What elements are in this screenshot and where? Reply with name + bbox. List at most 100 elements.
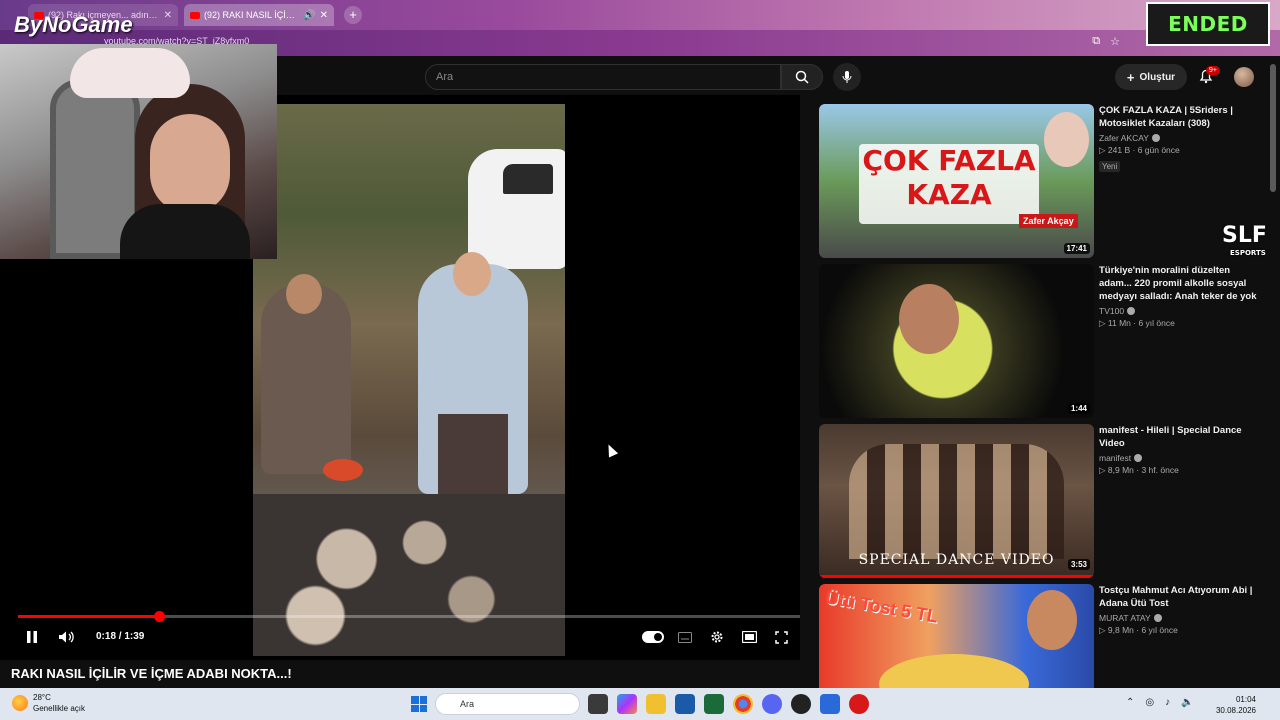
system-clock[interactable]: 01:04 30.08.2026 [1212, 694, 1256, 716]
microphone-icon [842, 71, 852, 83]
windows-taskbar: 28°C Genellikle açık Ara ⌃ ◎ ♪ 🔈 01:04 3… [0, 688, 1280, 720]
channel-name-text: MURAT ATAY [1099, 613, 1151, 623]
streamer-logo: ByNoGame [14, 12, 133, 37]
streamer-webcam [0, 44, 277, 259]
recommendation-title[interactable]: ÇOK FAZLA KAZA | 5Sriders | Motosiklet K… [1099, 104, 1259, 130]
channel-name[interactable]: TV100 [1099, 306, 1259, 316]
recommendation-title[interactable]: Tostçu Mahmut Acı Atıyorum Abi | Adana Ü… [1099, 584, 1259, 610]
clock-date: 30.08.2026 [1215, 706, 1256, 715]
subtitles-icon [678, 631, 692, 643]
person-in-video [261, 274, 351, 474]
search-button[interactable] [781, 64, 823, 90]
cast-icon[interactable]: ⧉ [1092, 35, 1100, 48]
volume-button[interactable] [57, 628, 77, 646]
gear-icon [711, 631, 723, 643]
recommendation-item[interactable]: ÇOK FAZLA KAZA Zafer Akçay 17:41 ÇOK FAZ… [819, 104, 1264, 259]
new-tab-button[interactable]: + [344, 6, 362, 24]
autoplay-toggle[interactable] [642, 631, 664, 643]
chevron-up-icon[interactable]: ⌃ [1126, 697, 1134, 708]
page-scrollbar[interactable] [1270, 64, 1276, 192]
pause-icon [27, 631, 37, 643]
thumbnail-pan [879, 654, 1029, 688]
windows-start-button[interactable] [411, 696, 427, 712]
create-label: Oluştur [1139, 71, 1176, 83]
ended-overlay: ENDED [1146, 2, 1270, 46]
copilot-icon[interactable] [617, 694, 637, 714]
channel-name[interactable]: MURAT ATAY [1099, 613, 1259, 623]
speaker-icon[interactable]: 🔊 [303, 10, 315, 21]
voice-search-button[interactable] [833, 63, 861, 91]
video-frame[interactable] [253, 104, 565, 656]
network-icon[interactable]: ◎ [1145, 697, 1154, 708]
video-meta: Türkiye'nin moralini düzelten adam... 22… [1099, 264, 1259, 329]
settings-button[interactable] [709, 628, 725, 646]
duration-badge: 17:41 [1063, 243, 1090, 254]
app-icon[interactable] [849, 694, 869, 714]
subtitles-button[interactable] [677, 628, 693, 646]
view-count: 241 B [1107, 145, 1131, 155]
system-tray: ⌃ ◎ ♪ 🔈 [1126, 697, 1194, 708]
search-input[interactable]: Ara [425, 64, 781, 90]
person-in-video [418, 252, 528, 494]
video-thumbnail[interactable]: ÇOK FAZLA KAZA Zafer Akçay 17:41 [819, 104, 1094, 258]
video-meta: Tostçu Mahmut Acı Atıyorum Abi | Adana Ü… [1099, 584, 1259, 636]
rocks-in-video [253, 494, 565, 656]
close-tab-icon[interactable]: ✕ [164, 10, 172, 21]
progress-bar[interactable] [18, 611, 800, 622]
thumbnail-text: ÇOK FAZLA [862, 144, 1036, 177]
tab-label: (92) RAKI NASIL İÇİLİR VE İÇ [204, 10, 300, 20]
video-thumbnail[interactable]: 1:44 [819, 264, 1094, 418]
new-badge: Yeni [1099, 161, 1121, 172]
theater-mode-button[interactable] [741, 628, 757, 646]
weather-sun-icon [12, 695, 28, 711]
bookmark-star-icon[interactable]: ☆ [1110, 35, 1120, 48]
recommendation-item[interactable]: Ütü Tost 5 TL Tostçu Mahmut Acı Atıyorum… [819, 584, 1264, 688]
pause-button[interactable] [24, 628, 40, 646]
fullscreen-button[interactable] [773, 628, 789, 646]
channel-name[interactable]: Zafer AKCAY [1099, 133, 1259, 143]
channel-name[interactable]: manifest [1099, 453, 1259, 463]
recommendation-title[interactable]: manifest - Hileli | Special Dance Video [1099, 424, 1259, 450]
video-thumbnail[interactable]: SPECIAL DANCE VIDEO 3:53 [819, 424, 1094, 578]
ended-label: ENDED [1168, 12, 1248, 36]
close-tab-icon[interactable]: ✕ [320, 10, 328, 21]
speaker-icon[interactable]: 🔈 [1181, 697, 1193, 708]
microphone-icon[interactable]: ♪ [1165, 697, 1170, 708]
account-avatar[interactable] [1234, 67, 1254, 87]
app-icon[interactable] [791, 694, 811, 714]
taskbar-apps [588, 694, 869, 714]
video-meta: ÇOK FAZLA KAZA | 5Sriders | Motosiklet K… [1099, 104, 1259, 174]
video-meta: manifest - Hileli | Special Dance Video … [1099, 424, 1259, 476]
upload-age: 3 hf. önce [1141, 465, 1179, 475]
taskbar-search-input[interactable]: Ara [435, 693, 580, 715]
chrome-icon[interactable] [733, 694, 753, 714]
search-icon [795, 70, 809, 84]
thumbnail-face [1027, 590, 1077, 650]
notification-count-badge: 9+ [1206, 66, 1220, 75]
channel-name-text: TV100 [1099, 306, 1125, 316]
sponsor-logo: SLF ESPORTS [1220, 195, 1276, 265]
app-icon[interactable] [704, 694, 724, 714]
app-icon[interactable] [820, 694, 840, 714]
task-view-icon[interactable] [588, 694, 608, 714]
create-button[interactable]: + Oluştur [1115, 64, 1187, 90]
progress-scrubber[interactable] [153, 611, 165, 622]
weather-widget[interactable]: 28°C Genellikle açık [12, 692, 85, 714]
video-stats: ▷ 11 Mn · 6 yıl önce [1099, 318, 1175, 328]
browser-tab-bar: (92) Rakı içmeyen... adına ben ✕ (92) RA… [0, 0, 1280, 30]
browser-tab-2[interactable]: (92) RAKI NASIL İÇİLİR VE İÇ 🔊 ✕ [184, 4, 334, 26]
discord-icon[interactable] [762, 694, 782, 714]
video-stats: ▷ 9,8 Mn · 6 yıl önce [1099, 625, 1178, 635]
video-stats: ▷ 8,9 Mn · 3 hf. önce [1099, 465, 1179, 475]
thumbnail-dancers [849, 444, 1064, 559]
upload-age: 6 yıl önce [1138, 318, 1175, 328]
streamer-face [150, 114, 230, 214]
recommendation-item[interactable]: SPECIAL DANCE VIDEO 3:53 manifest - Hile… [819, 424, 1264, 579]
file-explorer-icon[interactable] [646, 694, 666, 714]
video-thumbnail[interactable]: Ütü Tost 5 TL [819, 584, 1094, 688]
view-count: 11 Mn [1107, 318, 1131, 328]
watched-bar [819, 575, 1094, 578]
recommendation-title[interactable]: Türkiye'nin moralini düzelten adam... 22… [1099, 264, 1259, 303]
recommendation-item[interactable]: 1:44 Türkiye'nin moralini düzelten adam.… [819, 264, 1264, 419]
store-icon[interactable] [675, 694, 695, 714]
